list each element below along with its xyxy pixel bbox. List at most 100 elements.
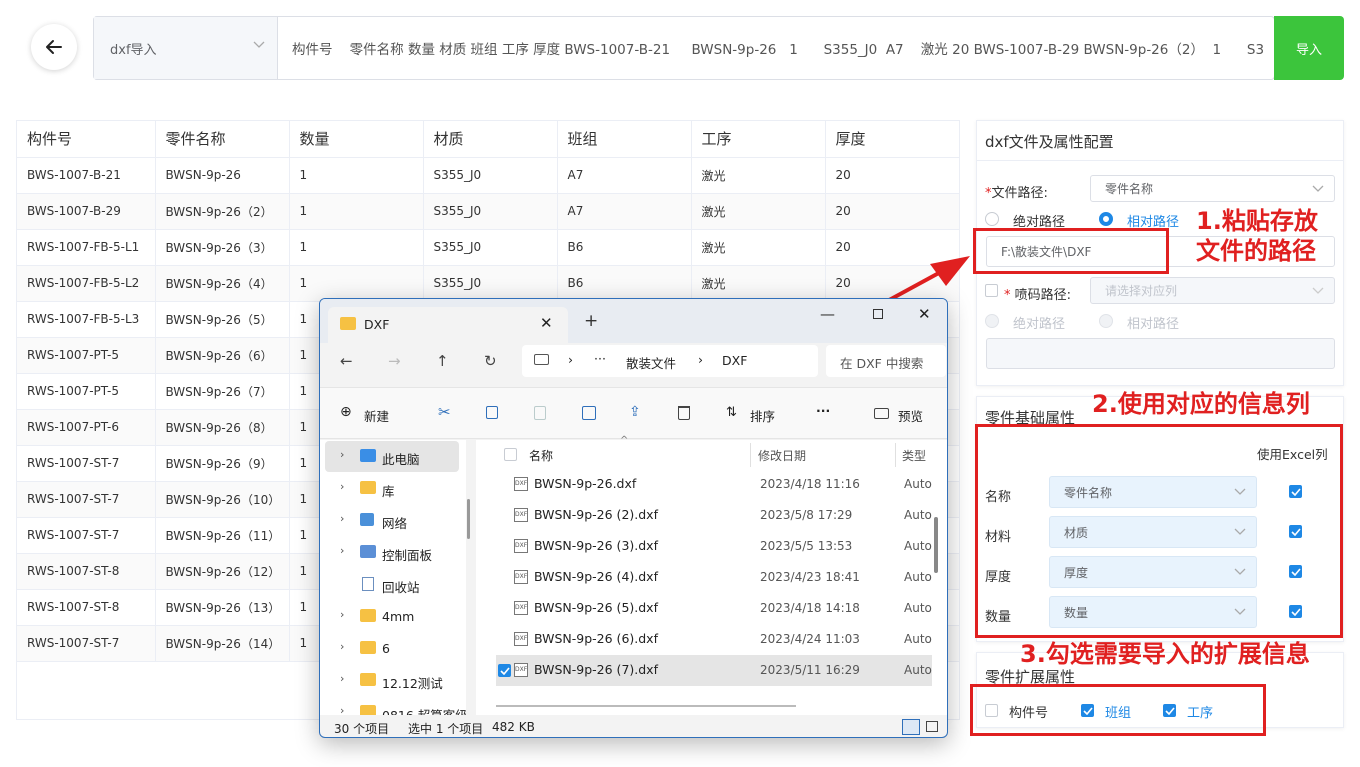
select-all-checkbox[interactable] [504, 448, 517, 461]
paste-icon[interactable] [534, 406, 546, 420]
table-cell: BWSN-9p-26（2） [155, 193, 290, 230]
relative-path-radio[interactable] [1099, 212, 1113, 226]
table-cell: BWSN-9p-26（6） [155, 337, 290, 374]
refresh-icon[interactable]: ↻ [484, 352, 497, 370]
share-icon[interactable]: ⇪ [629, 404, 641, 420]
preview-pane-icon [874, 408, 889, 419]
tree-item[interactable]: › 4mm [320, 601, 460, 631]
tree-item[interactable]: › 0816 超算客级 [320, 697, 466, 715]
import-mode-select[interactable]: dxf导入 [94, 17, 278, 79]
column-header[interactable]: 材质 [423, 121, 558, 158]
col-type-header[interactable]: 类型 [902, 447, 926, 464]
horizontal-scrollbar[interactable] [496, 705, 796, 707]
file-path-select-value: 零件名称 [1105, 182, 1154, 196]
nav-forward-icon[interactable]: → [388, 352, 401, 370]
paste-text-input[interactable]: 构件号 零件名称 数量 材质 班组 工序 厚度 BWS-1007-B-21 BW… [292, 17, 1267, 79]
checkmark-icon [499, 666, 510, 675]
tree-item[interactable]: › 网络 [320, 505, 460, 535]
table-cell: RWS-1007-PT-5 [17, 337, 156, 374]
file-row[interactable]: DXF BWSN-9p-26 (2).dxf 2023/5/8 17:29 Auto [496, 500, 932, 531]
address-bar[interactable]: › ··· 散装文件 › DXF [522, 345, 818, 377]
highlight-path-box [973, 228, 1169, 274]
spray-path-select[interactable]: 请选择对应列 [1090, 277, 1335, 304]
delete-icon[interactable] [678, 406, 690, 420]
new-button[interactable]: 新建 [364, 406, 389, 425]
back-button[interactable] [31, 24, 77, 70]
tree-item[interactable]: 回收站 [320, 569, 460, 599]
spray-path-checkbox[interactable] [985, 284, 998, 297]
copy-icon[interactable] [486, 406, 498, 419]
breadcrumb-item[interactable]: 散装文件 [626, 353, 676, 372]
nav-up-icon[interactable]: ↑ [436, 352, 449, 370]
rename-icon[interactable] [582, 406, 596, 420]
file-row[interactable]: DXF BWSN-9p-26 (7).dxf 2023/5/11 16:29 Auto [496, 655, 932, 686]
table-cell: BWSN-9p-26（8） [155, 409, 290, 446]
close-tab-icon[interactable]: ✕ [540, 314, 553, 332]
expand-arrow-icon[interactable]: › [340, 608, 344, 621]
expand-arrow-icon[interactable]: › [340, 448, 344, 461]
file-checkbox[interactable] [498, 664, 511, 677]
table-row[interactable]: BWS-1007-B-21 BWSN-9p-26 1 S355_J0 A7 激光 20 [17, 157, 959, 194]
expand-arrow-icon[interactable]: › [340, 480, 344, 493]
preview-button[interactable]: 预览 [898, 406, 923, 425]
tree-item[interactable]: › 库 [320, 473, 460, 503]
tree-item-label: 4mm [382, 609, 415, 624]
table-cell: 激光 [691, 157, 826, 194]
col-name-header[interactable]: 名称 [529, 447, 553, 464]
details-view-icon[interactable] [902, 719, 920, 735]
column-header[interactable]: 厚度 [825, 121, 959, 158]
sort-asc-icon: ^ [620, 435, 629, 446]
tiles-view-icon[interactable] [926, 721, 938, 732]
explorer-search-input[interactable]: 在 DXF 中搜索 [826, 345, 946, 377]
table-cell: 1 [289, 193, 424, 230]
control-panel-icon [360, 545, 376, 558]
spray-relative-radio[interactable] [1099, 314, 1113, 328]
breadcrumb-item[interactable]: DXF [722, 353, 747, 368]
file-path-select[interactable]: 零件名称 [1090, 175, 1335, 202]
sort-button[interactable]: 排序 [750, 406, 775, 425]
absolute-path-radio[interactable] [985, 212, 999, 226]
tree-item[interactable]: › 6 [320, 633, 460, 663]
expand-arrow-icon[interactable]: › [340, 512, 344, 525]
col-date-header[interactable]: 修改日期 [758, 447, 806, 464]
config-title: dxf文件及属性配置 [985, 133, 1114, 151]
new-tab-icon[interactable]: + [584, 311, 598, 331]
nav-scrollbar[interactable] [467, 499, 470, 539]
tree-item[interactable]: › 此电脑 [320, 441, 460, 471]
file-row[interactable]: DXF BWSN-9p-26 (5).dxf 2023/4/18 14:18 Auto [496, 593, 932, 624]
close-window-icon[interactable]: ✕ [918, 305, 931, 323]
spray-path-input[interactable] [986, 338, 1335, 369]
column-header[interactable]: 工序 [691, 121, 826, 158]
expand-arrow-icon[interactable]: › [340, 640, 344, 653]
expand-arrow-icon[interactable]: › [340, 544, 344, 557]
column-header[interactable]: 零件名称 [155, 121, 290, 158]
status-size: 482 KB [492, 720, 535, 734]
column-header[interactable]: 数量 [289, 121, 424, 158]
table-cell: RWS-1007-ST-8 [17, 553, 156, 590]
minimize-icon[interactable]: — [820, 305, 835, 323]
table-row[interactable]: BWS-1007-B-29 BWSN-9p-26（2） 1 S355_J0 A7 激光 20 [17, 193, 959, 230]
explorer-tab[interactable]: DXF ✕ [328, 307, 568, 343]
file-row[interactable]: DXF BWSN-9p-26.dxf 2023/4/18 11:16 Auto [496, 469, 932, 500]
file-list-scrollbar[interactable] [934, 517, 938, 573]
import-button[interactable]: 导入 [1274, 16, 1344, 80]
col-divider [750, 443, 751, 467]
expand-arrow-icon[interactable]: › [340, 704, 344, 715]
maximize-icon[interactable] [873, 309, 883, 319]
more-options-button[interactable]: ··· [816, 403, 830, 418]
expand-arrow-icon[interactable]: › [340, 672, 344, 685]
column-header[interactable]: 班组 [557, 121, 692, 158]
file-row[interactable]: DXF BWSN-9p-26 (6).dxf 2023/4/24 11:03 Auto [496, 624, 932, 655]
cut-icon[interactable]: ✂ [438, 403, 451, 421]
tree-item[interactable]: › 控制面板 [320, 537, 460, 567]
spray-absolute-radio[interactable] [985, 314, 999, 328]
file-row[interactable]: DXF BWSN-9p-26 (3).dxf 2023/5/5 13:53 Auto [496, 531, 932, 562]
table-cell: RWS-1007-ST-8 [17, 589, 156, 626]
table-cell: BWSN-9p-26（5） [155, 301, 290, 338]
column-header[interactable]: 构件号 [17, 121, 156, 158]
tree-item-label: 12.12测试 [382, 676, 443, 691]
nav-back-icon[interactable]: ← [340, 352, 353, 370]
breadcrumb-more[interactable]: ··· [594, 351, 606, 366]
tree-item[interactable]: › 12.12测试 [320, 665, 460, 695]
file-row[interactable]: DXF BWSN-9p-26 (4).dxf 2023/4/23 18:41 Auto [496, 562, 932, 593]
